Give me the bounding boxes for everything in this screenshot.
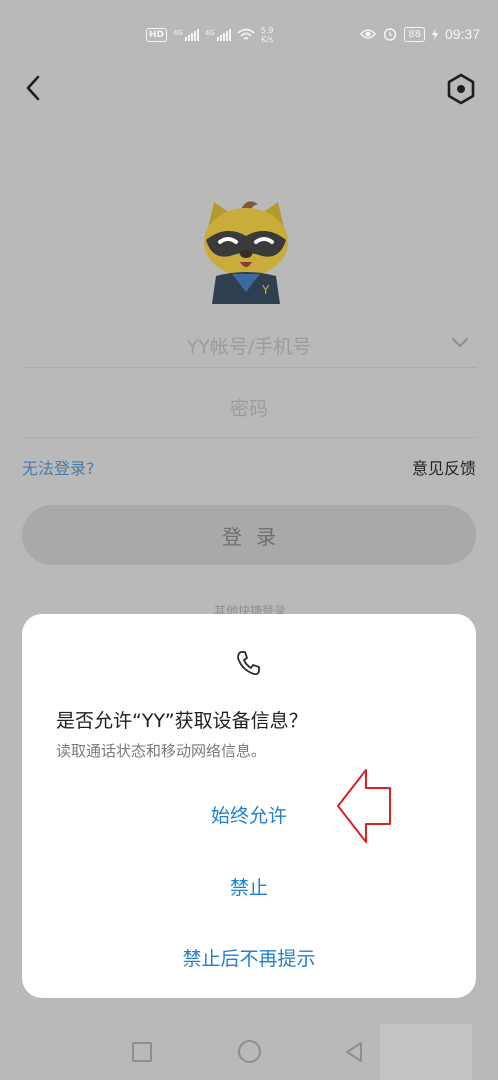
allow-always-button[interactable]: 始终允许 [22, 792, 476, 836]
deny-button[interactable]: 禁止 [22, 864, 476, 908]
hd-voice-badge: HD [146, 28, 168, 42]
settings-button[interactable] [444, 72, 478, 106]
svg-text:Y: Y [261, 283, 270, 297]
nav-back-icon[interactable] [343, 1040, 365, 1064]
recents-icon[interactable] [132, 1042, 152, 1062]
login-button-label: 登录 [222, 524, 290, 549]
chevron-left-icon [26, 75, 40, 101]
status-bar-right: 88 09:37 [360, 26, 480, 42]
annotation-arrow-icon [337, 769, 391, 843]
dialog-subtitle: 读取通话状态和移动网络信息。 [56, 742, 267, 760]
eye-comfort-icon [360, 29, 377, 39]
status-bar: HD 4G 4G 5.9 K/s 88 09:37 [0, 22, 498, 50]
yy-raccoon-mascot: Y [204, 201, 288, 304]
back-button[interactable] [20, 72, 48, 104]
home-icon[interactable] [238, 1040, 261, 1063]
system-nav-bar [0, 1018, 498, 1080]
charging-icon [431, 28, 438, 40]
sim1-signal-icon: 4G [173, 29, 199, 41]
password-placeholder: 密码 [229, 398, 268, 420]
battery-indicator: 88 [404, 26, 425, 42]
account-input[interactable]: YY帐号/手机号 [22, 322, 476, 368]
alarm-icon [383, 28, 397, 41]
login-button[interactable]: 登录 [22, 505, 476, 565]
nav-bar-blank [380, 1024, 472, 1080]
yy-mascot-logo: Y [196, 198, 296, 304]
password-input[interactable]: 密码 [22, 384, 476, 438]
permission-dialog: 是否允许“YY”获取设备信息？ 读取通话状态和移动网络信息。 始终允许 禁止 禁… [22, 614, 476, 998]
wifi-icon [237, 28, 255, 40]
sim2-signal-icon: 4G [205, 29, 231, 41]
account-placeholder: YY帐号/手机号 [186, 336, 312, 358]
phone-icon [237, 651, 260, 676]
network-speed: 5.9 K/s [260, 26, 274, 44]
feedback-link[interactable]: 意见反馈 [412, 455, 476, 479]
deny-dont-ask-button[interactable]: 禁止后不再提示 [22, 935, 476, 979]
cant-login-link[interactable]: 无法登录? [22, 455, 95, 479]
chevron-down-icon[interactable] [450, 336, 470, 350]
dialog-title: 是否允许“YY”获取设备信息？ [56, 710, 308, 732]
hexagon-gear-icon [447, 73, 475, 105]
clock: 09:37 [444, 26, 480, 42]
status-bar-left: HD 4G 4G 5.9 K/s [146, 26, 274, 44]
